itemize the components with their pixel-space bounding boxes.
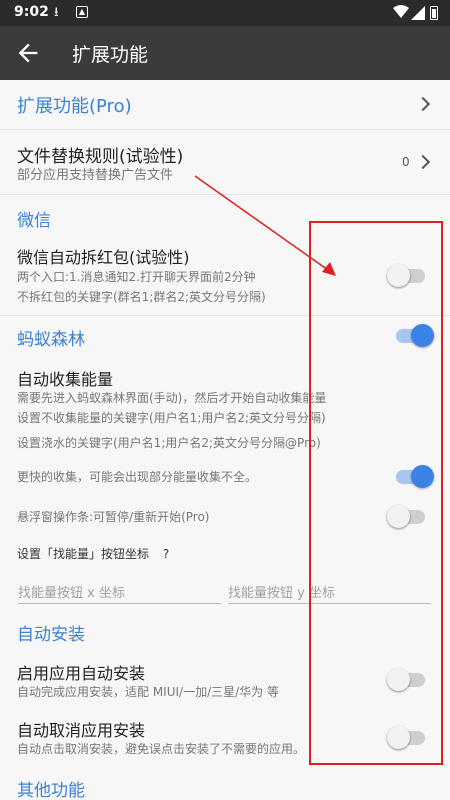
enable-auto-install-desc: 自动完成应用安装，适配 MIUI/一加/三星/华为 等 (17, 685, 279, 699)
file-rule-title: 文件替换规则(试验性) (17, 147, 184, 167)
app-notification-icon: ▲ (76, 6, 88, 18)
pro-features-label: 扩展功能(Pro) (17, 96, 132, 117)
auto-install-section-title: 自动安装 (17, 625, 85, 645)
wifi-icon (393, 5, 409, 18)
other-section-title: 其他功能 (17, 781, 85, 800)
auto-cancel-install-title: 自动取消应用安装 (17, 721, 146, 740)
file-rule-subtitle: 部分应用支持替换广告文件 (17, 168, 174, 183)
red-packet-title: 微信自动拆红包(试验性) (17, 248, 190, 267)
auto-cancel-install-desc: 自动点击取消安装，避免误点击安装了不需要的应用。 (17, 742, 306, 756)
chevron-right-icon (415, 154, 431, 170)
pro-features-row[interactable]: 扩展功能(Pro) (0, 80, 450, 130)
faster-collect-label: 更快的收集，可能会出现部分能量收集不全。 (17, 470, 258, 484)
file-replace-rule-row[interactable]: 文件替换规则(试验性) 部分应用支持替换广告文件 0 (0, 131, 450, 195)
back-arrow-icon[interactable] (14, 39, 42, 67)
page-title: 扩展功能 (72, 44, 149, 66)
red-packet-desc: 两个入口:1.消息通知2.打开聊天界面前2分钟 (17, 270, 256, 284)
download-icon: ⭳ (54, 5, 59, 20)
coord-label: 设置「找能量」按钮坐标 ? (17, 545, 169, 564)
file-rule-count: 0 (402, 155, 410, 169)
chevron-right-icon (415, 96, 431, 112)
annotation-highlight-box (309, 221, 443, 765)
no-collect-keywords[interactable]: 设置不收集能量的关键字(用户名1;用户名2;英文分号分隔) (17, 409, 326, 428)
red-packet-keywords[interactable]: 不拆红包的关键字(群名1;群名2;英文分号分隔) (17, 288, 266, 307)
status-bar: 9:02 ⭳ ▲ (0, 0, 450, 26)
wechat-section-title: 微信 (17, 211, 51, 231)
enable-auto-install-title: 启用应用自动安装 (17, 664, 146, 683)
battery-icon (430, 6, 438, 20)
x-coordinate-input[interactable]: 找能量按钮 x 坐标 (18, 578, 221, 604)
floating-window-label: 悬浮窗操作条:可暂停/重新开始(Pro) (17, 510, 210, 524)
app-bar: 扩展功能 (0, 26, 450, 80)
help-icon[interactable]: ? (163, 547, 169, 561)
water-keywords[interactable]: 设置浇水的关键字(用户名1;用户名2;英文分号分隔@Pro) (17, 434, 321, 453)
ant-forest-section-title: 蚂蚁森林 (17, 330, 85, 350)
status-time: 9:02 (14, 4, 49, 20)
auto-collect-title: 自动收集能量 (17, 370, 114, 389)
coord-label-text: 设置「找能量」按钮坐标 (17, 547, 150, 561)
signal-icon (411, 6, 425, 20)
auto-collect-desc: 需要先进入蚂蚁森林界面(手动)，然后才开始自动收集能量 (17, 391, 327, 405)
